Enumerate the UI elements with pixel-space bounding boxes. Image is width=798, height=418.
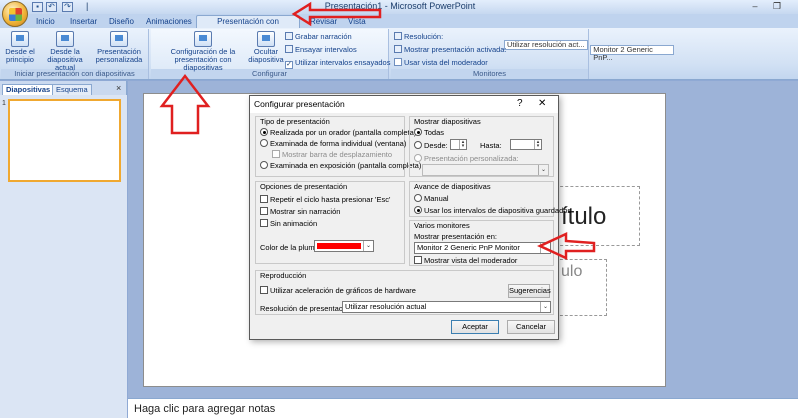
red-arrow-left-icon <box>537 232 596 260</box>
red-arrow-up-icon <box>159 73 211 135</box>
office-button[interactable] <box>2 1 28 27</box>
office-logo-icon <box>9 8 22 21</box>
annotation-overlay <box>159 1 596 260</box>
red-arrow-left-icon <box>291 1 382 27</box>
